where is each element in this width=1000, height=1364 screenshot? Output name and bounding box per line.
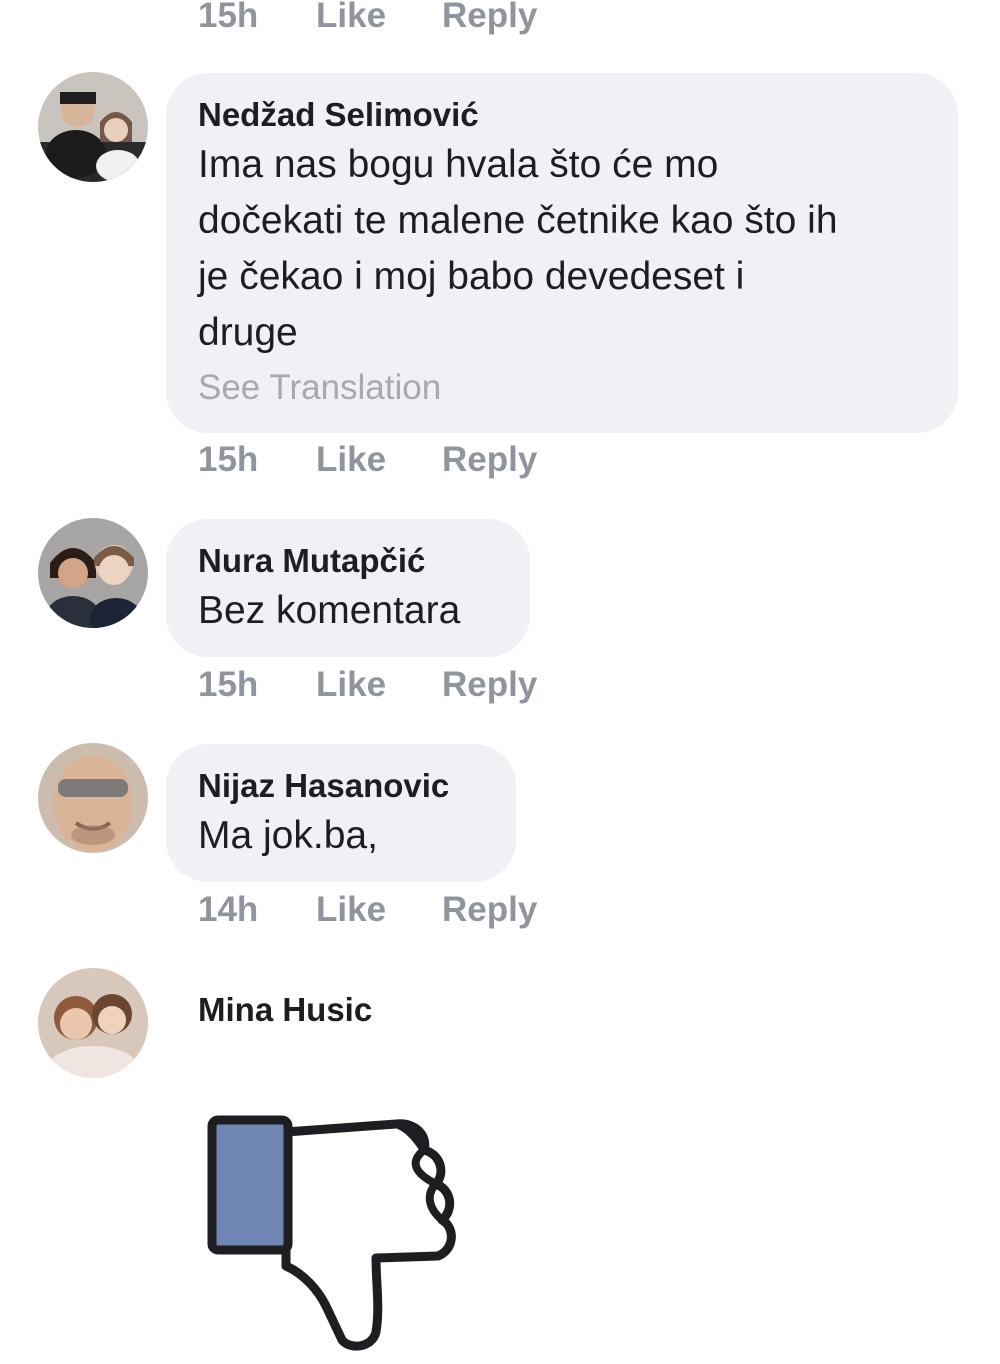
- comment-actions: 15h Like Reply: [198, 438, 537, 482]
- comment-text: Bez komentara: [198, 589, 461, 632]
- comment-author[interactable]: Nura Mutapčić: [198, 539, 498, 583]
- reply-link[interactable]: Reply: [442, 665, 537, 705]
- comment-actions: 15h Like Reply: [198, 663, 537, 707]
- reply-link[interactable]: Reply: [442, 0, 537, 36]
- avatar[interactable]: [38, 518, 148, 628]
- comment-text: Ima nas bogu hvala što će mo dočekati te…: [198, 143, 838, 354]
- comment-bubble: Nedžad Selimović Ima nas bogu hvala što …: [166, 73, 958, 433]
- like-link[interactable]: Like: [316, 0, 442, 36]
- comment-author[interactable]: Mina Husic: [198, 988, 372, 1032]
- comment-timestamp: 15h: [198, 440, 259, 479]
- reply-link[interactable]: Reply: [442, 440, 537, 480]
- like-link[interactable]: Like: [316, 890, 442, 930]
- comment-timestamp: 15h: [198, 665, 259, 704]
- comment-bubble: Nijaz Hasanovic Ma jok.ba,: [166, 744, 516, 882]
- comment-author[interactable]: Nijaz Hasanovic: [198, 764, 484, 808]
- comment-bubble: Nura Mutapčić Bez komentara: [166, 519, 530, 657]
- comment-actions: 15h Like Reply: [198, 0, 537, 38]
- avatar[interactable]: [38, 72, 148, 182]
- avatar[interactable]: [38, 968, 148, 1078]
- thumbs-down-icon: [200, 1108, 465, 1353]
- comment-timestamp: 15h: [198, 0, 259, 35]
- avatar[interactable]: [38, 743, 148, 853]
- comment-actions: 14h Like Reply: [198, 888, 537, 932]
- see-translation-link[interactable]: See Translation: [198, 365, 926, 411]
- comment-timestamp: 14h: [198, 890, 259, 929]
- comment-author[interactable]: Nedžad Selimović: [198, 93, 926, 137]
- reply-link[interactable]: Reply: [442, 890, 537, 930]
- like-link[interactable]: Like: [316, 665, 442, 705]
- comment-text: Ma jok.ba,: [198, 814, 378, 857]
- like-link[interactable]: Like: [316, 440, 442, 480]
